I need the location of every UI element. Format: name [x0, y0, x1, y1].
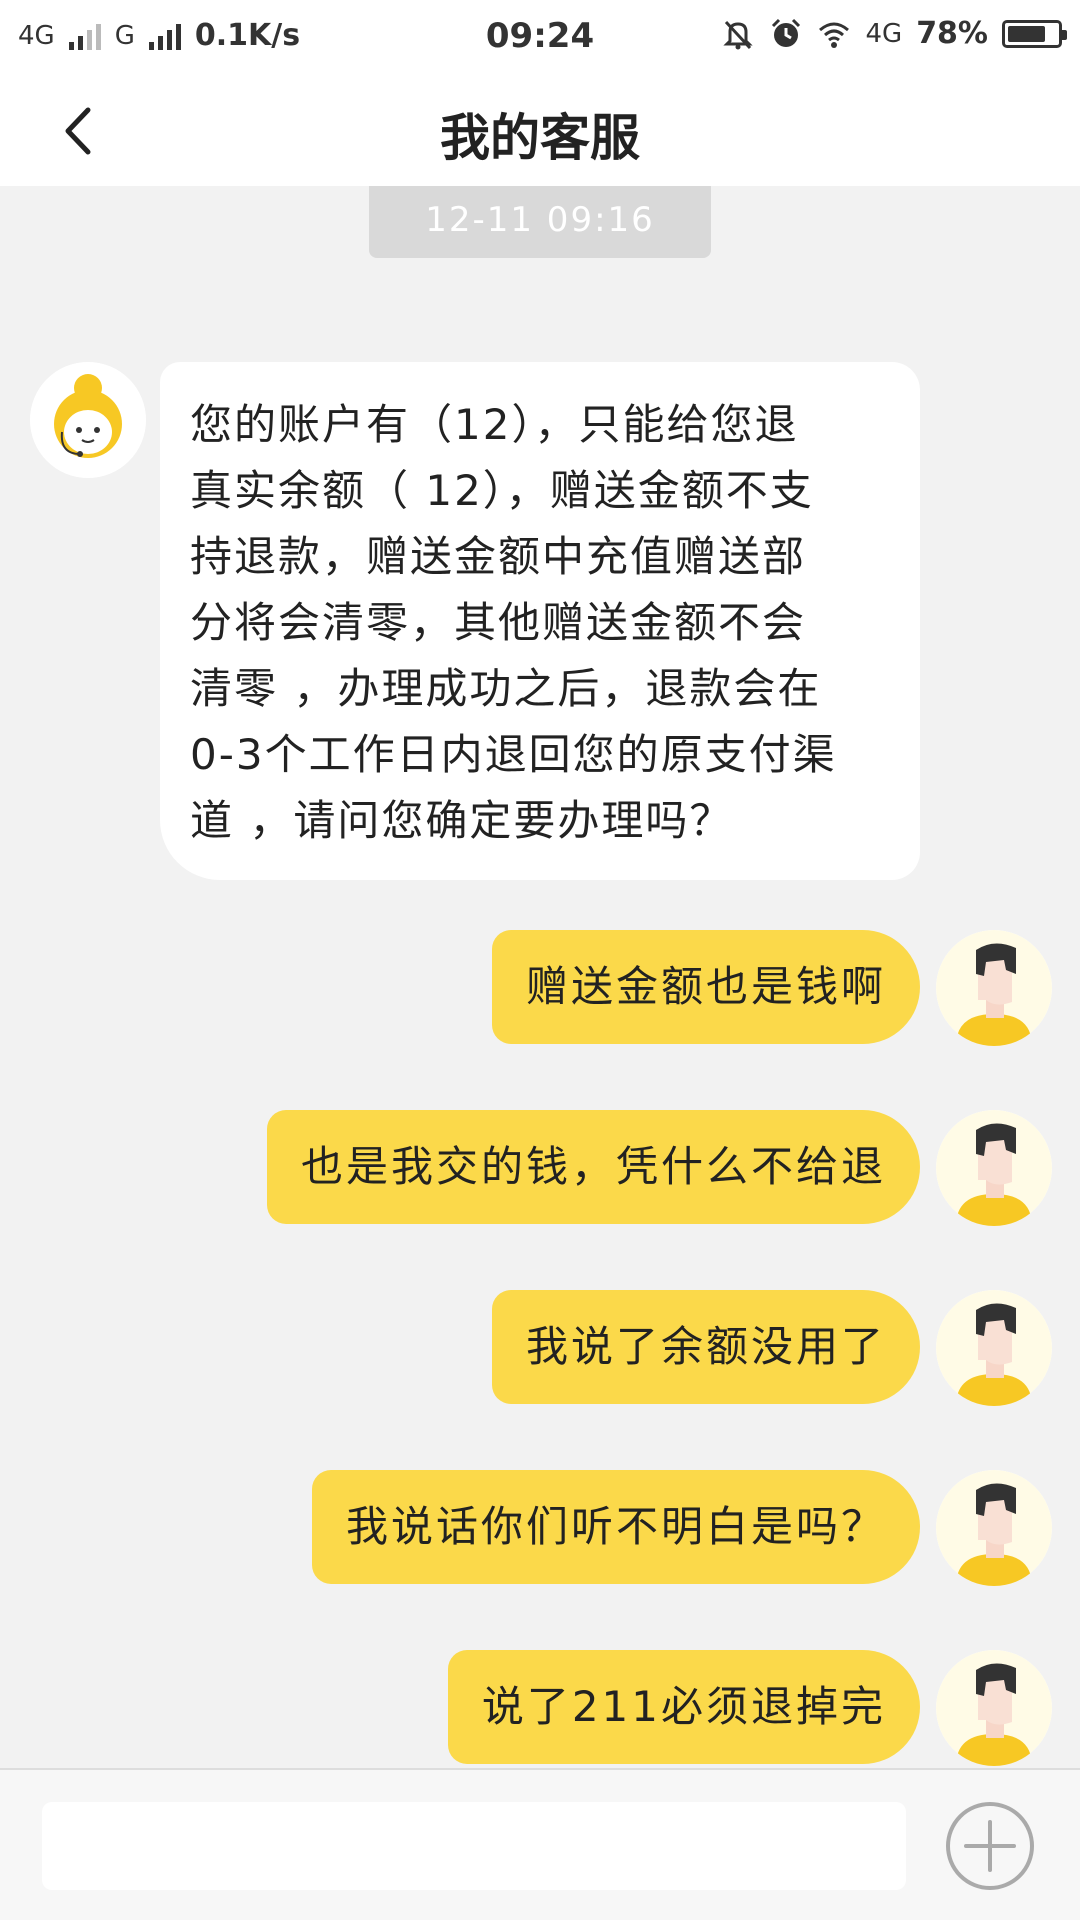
message-timestamp: 12-11 09:16: [369, 186, 711, 258]
status-bar: 4G G 0.1K/s 09:24 4G 78%: [0, 0, 1080, 74]
user-message-bubble[interactable]: 赠送金额也是钱啊: [491, 930, 920, 1044]
network-type-3: 4G: [865, 18, 903, 49]
user-avatar[interactable]: [936, 1110, 1052, 1226]
user-avatar[interactable]: [936, 930, 1052, 1046]
agent-message-line: 0-3个工作日内退回您的原支付渠: [190, 730, 837, 779]
page-title: 我的客服: [440, 109, 640, 167]
input-bar: [0, 1768, 1080, 1920]
user-message-bubble[interactable]: 我说话你们听不明白是吗？: [311, 1470, 920, 1584]
user-message-bubble[interactable]: 我说了余额没用了: [491, 1290, 920, 1404]
nav-bar: 我的客服: [0, 74, 1080, 186]
agent-message-line: 真实余额（ 12），赠送金额不支: [190, 466, 814, 515]
mute-bell-icon: [723, 20, 754, 49]
status-right: 4G 78%: [721, 16, 1067, 51]
alarm-icon: [772, 18, 801, 47]
agent-message-bubble[interactable]: 您的账户有（12），只能给您退 真实余额（ 12），赠送金额不支 持退款，赠送金…: [160, 362, 920, 880]
user-message-bubble[interactable]: 说了211必须退掉完: [447, 1650, 920, 1764]
battery-level: [1008, 25, 1045, 42]
user-message-bubble[interactable]: 也是我交的钱，凭什么不给退: [266, 1110, 920, 1224]
chat-area[interactable]: 12-11 09:16 您的账户有（12），只能给您退 真实余额（ 12），赠送…: [0, 186, 1080, 1768]
agent-message-line: 清零 ，办理成功之后，退款会在: [190, 664, 822, 713]
agent-message-line: 您的账户有（12），只能给您退: [190, 400, 799, 449]
agent-avatar[interactable]: [30, 362, 146, 478]
battery-percent: 78%: [916, 16, 988, 51]
user-avatar[interactable]: [936, 1290, 1052, 1406]
user-avatar[interactable]: [936, 1470, 1052, 1586]
user-avatar[interactable]: [936, 1650, 1052, 1766]
message-input[interactable]: [42, 1802, 906, 1890]
wifi-icon: [819, 22, 850, 48]
plus-circle-icon[interactable]: [944, 1800, 1036, 1892]
battery-icon: [1002, 19, 1067, 48]
agent-message-line: 分将会清零，其他赠送金额不会: [190, 598, 807, 647]
agent-message-line: 道 ，请问您确定要办理吗？: [190, 796, 734, 845]
agent-message-line: 持退款，赠送金额中充值赠送部: [190, 532, 807, 581]
